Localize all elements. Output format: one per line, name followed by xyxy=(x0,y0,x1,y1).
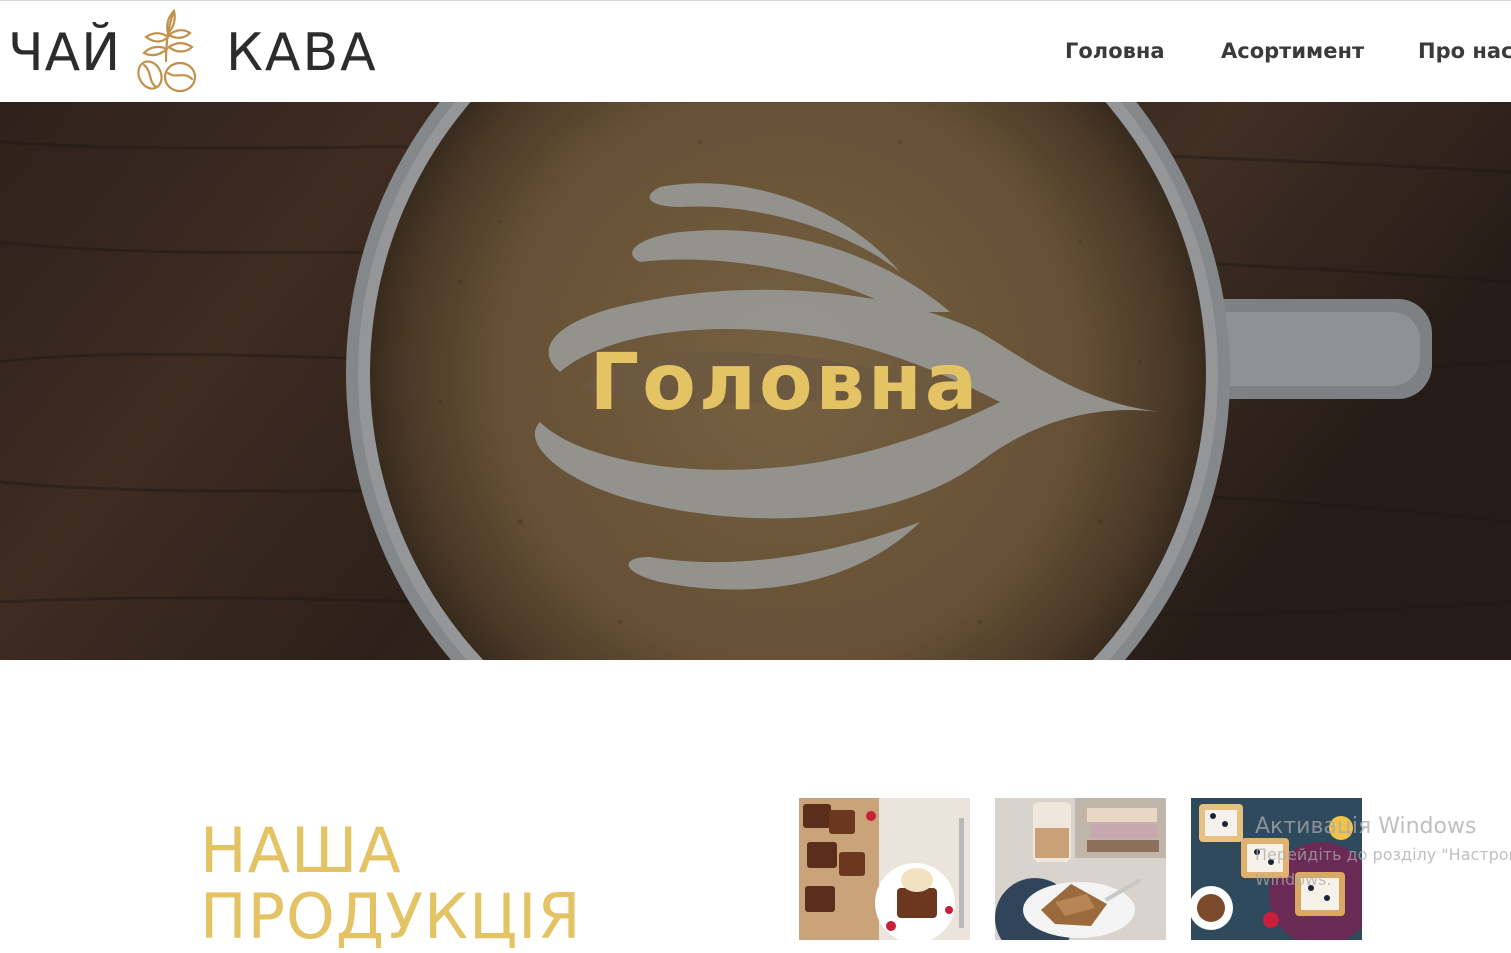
watermark-title: Активація Windows xyxy=(1255,814,1477,839)
nav-item-home[interactable]: Головна xyxy=(1065,39,1165,63)
nav-item-assortment[interactable]: Асортимент xyxy=(1221,39,1364,63)
products-heading-line1: НАША xyxy=(200,814,402,887)
watermark-subtitle-2: Windows. xyxy=(1255,870,1332,889)
latte-and-cake-photo xyxy=(995,798,1166,940)
hero-banner: Головна xyxy=(0,102,1511,660)
brownies-and-ice-cream-photo xyxy=(799,798,970,940)
products-heading-line2: ПРОДУКЦІЯ xyxy=(200,880,582,953)
product-thumbnail-brownies[interactable] xyxy=(799,798,970,940)
main-nav: Головна Асортимент Про нас xyxy=(0,39,1511,67)
site-header: ЧАЙ КАВА Головна Асортимент Про нас xyxy=(0,0,1511,102)
hero-title: Головна xyxy=(589,338,981,428)
windows-activation-watermark: Активація Windows Перейдіть до розділу "… xyxy=(1255,814,1511,889)
nav-item-about[interactable]: Про нас xyxy=(1418,39,1511,63)
product-thumbnail-latte-cake[interactable] xyxy=(995,798,1166,940)
watermark-subtitle: Перейдіть до розділу "Настрой xyxy=(1255,845,1511,864)
products-heading: НАША ПРОДУКЦІЯ xyxy=(200,818,582,950)
